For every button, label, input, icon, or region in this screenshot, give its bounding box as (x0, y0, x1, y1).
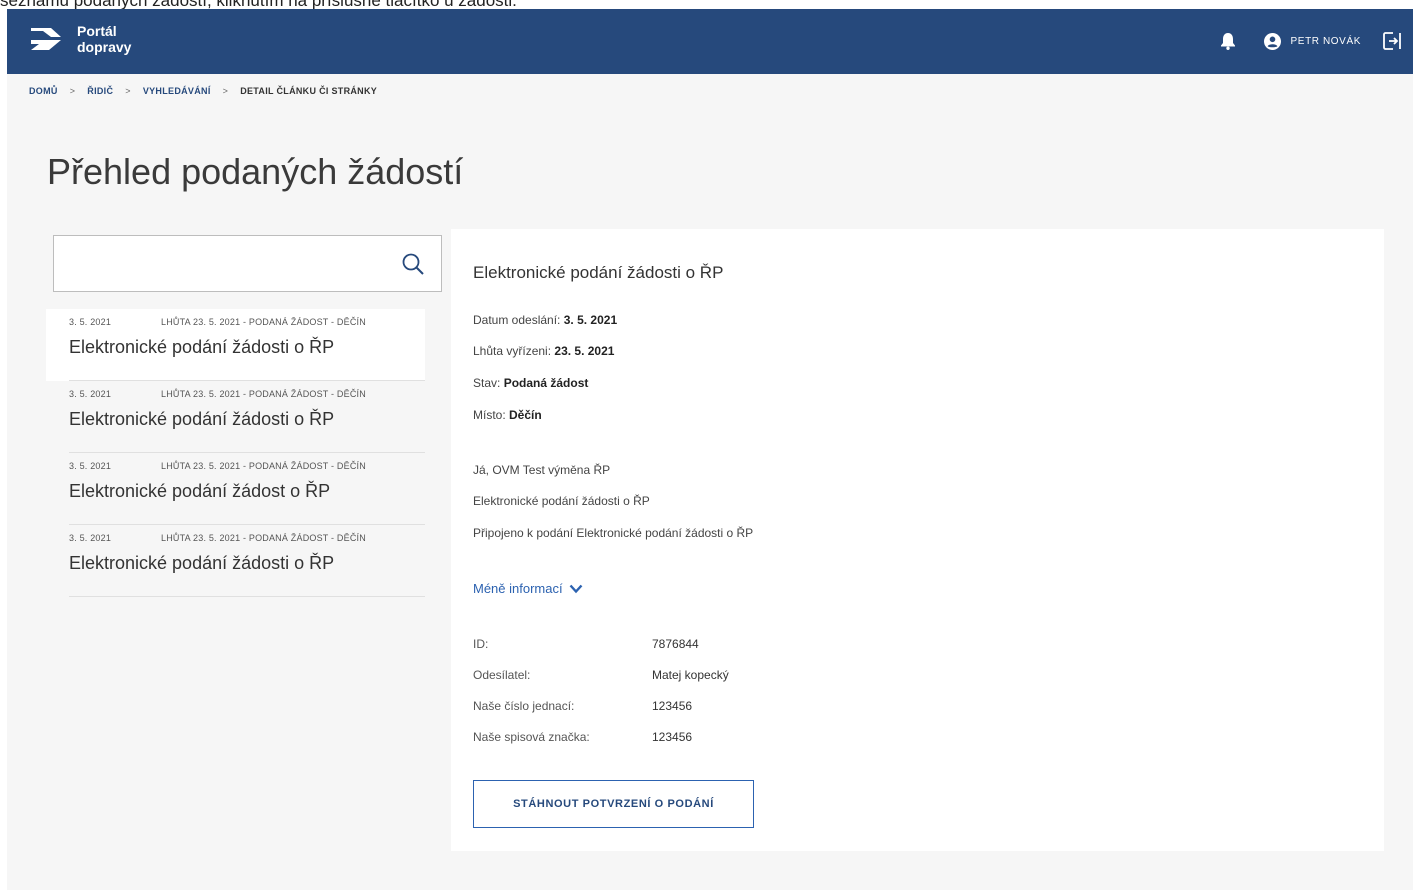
list-item-date: 3. 5. 2021 (69, 461, 112, 471)
meta-value: 7876844 (652, 637, 699, 651)
list-item-meta: 3. 5. 2021 LHŮTA 23. 5. 2021 - PODANÁ ŽÁD… (69, 389, 425, 399)
list-item[interactable]: 3. 5. 2021 LHŮTA 23. 5. 2021 - PODANÁ ŽÁD… (46, 453, 425, 525)
list-item-date: 3. 5. 2021 (69, 533, 112, 543)
list-item-status: LHŮTA 23. 5. 2021 - PODANÁ ŽÁDOST - DĚČÍ… (161, 317, 366, 327)
list-item-status: LHŮTA 23. 5. 2021 - PODANÁ ŽÁDOST - DĚČÍ… (161, 389, 366, 399)
meta-row-reference: Naše číslo jednací: 123456 (473, 699, 692, 713)
breadcrumb-separator: > (69, 86, 76, 96)
list-item-meta: 3. 5. 2021 LHŮTA 23. 5. 2021 - PODANÁ ŽÁD… (69, 461, 425, 471)
search-box (53, 235, 442, 292)
meta-row-id: ID: 7876844 (473, 637, 699, 651)
user-name[interactable]: PETR NOVÁK (1291, 36, 1361, 47)
list-item[interactable]: 3. 5. 2021 LHŮTA 23. 5. 2021 - PODANÁ ŽÁD… (46, 525, 425, 597)
less-info-label: Méně informací (473, 581, 563, 596)
place-label: Místo: (473, 408, 506, 422)
app-frame: Portál dopravy PETR NOVÁK DOMŮ > ŘIDIČ >… (7, 9, 1413, 890)
list-item-date: 3. 5. 2021 (69, 317, 112, 327)
sent-label: Datum odeslání: (473, 313, 561, 327)
detail-text-line: Já, OVM Test výměna ŘP (473, 463, 611, 477)
meta-value: 123456 (652, 730, 693, 744)
request-list: 3. 5. 2021 LHŮTA 23. 5. 2021 - PODANÁ ŽÁD… (46, 309, 425, 597)
less-info-toggle[interactable]: Méně informací (473, 581, 583, 596)
place-value: Děčín (509, 408, 542, 422)
search-input[interactable] (54, 236, 394, 291)
detail-title: Elektronické podání žádosti o ŘP (473, 263, 724, 282)
meta-label: Naše spisová značka: (473, 730, 590, 744)
list-item[interactable]: 3. 5. 2021 LHŮTA 23. 5. 2021 - PODANÁ ŽÁD… (46, 309, 425, 381)
detail-place: Místo: Děčín (473, 408, 542, 422)
meta-value: 123456 (652, 699, 693, 713)
portal-logo[interactable]: Portál dopravy (29, 23, 131, 55)
list-item-title: Elektronické podání žádost o ŘP (69, 481, 331, 501)
search-icon[interactable] (401, 252, 425, 276)
breadcrumb-home[interactable]: DOMŮ (29, 86, 58, 96)
detail-text-line: Elektronické podání žádosti o ŘP (473, 494, 650, 508)
breadcrumb-current: DETAIL ČLÁNKU ČI STRÁNKY (240, 86, 378, 96)
logo-line-2: dopravy (77, 39, 132, 55)
list-item-status: LHŮTA 23. 5. 2021 - PODANÁ ŽÁDOST - DĚČÍ… (161, 461, 366, 471)
page-caption: seznamu podaných žádostí, kliknutím na p… (0, 0, 1413, 9)
list-item-meta: 3. 5. 2021 LHŮTA 23. 5. 2021 - PODANÁ ŽÁD… (69, 533, 425, 543)
deadline-value: 23. 5. 2021 (554, 344, 615, 358)
breadcrumb-separator: > (125, 86, 131, 96)
deadline-label: Lhůta vyřízeni: (473, 344, 552, 358)
list-item[interactable]: 3. 5. 2021 LHŮTA 23. 5. 2021 - PODANÁ ŽÁD… (46, 381, 425, 453)
breadcrumb-driver[interactable]: ŘIDIČ (87, 86, 113, 96)
detail-sent-date: Datum odeslání: 3. 5. 2021 (473, 313, 617, 327)
meta-label: Odesílatel: (473, 668, 531, 682)
chevron-down-icon (569, 584, 582, 593)
list-item-title: Elektronické podání žádosti o ŘP (69, 553, 335, 573)
page-title: Přehled podaných žádostí (47, 151, 464, 192)
list-item-date: 3. 5. 2021 (69, 389, 112, 399)
detail-status: Stav: Podaná žádost (473, 376, 588, 390)
status-label: Stav: (473, 376, 501, 390)
meta-row-sender: Odesílatel: Matej kopecký (473, 668, 729, 682)
bell-icon[interactable] (1220, 32, 1236, 50)
breadcrumb-search[interactable]: VYHLEDÁVÁNÍ (143, 86, 211, 96)
meta-label: ID: (473, 637, 489, 651)
meta-label: Naše číslo jednací: (473, 699, 575, 713)
list-item-title: Elektronické podání žádosti o ŘP (69, 409, 335, 429)
top-header: Portál dopravy PETR NOVÁK (7, 9, 1413, 74)
meta-value: Matej kopecký (652, 668, 729, 682)
download-confirmation-button[interactable]: STÁHNOUT POTVRZENÍ O PODÁNÍ (473, 780, 754, 828)
list-item-title: Elektronické podání žádosti o ŘP (69, 337, 335, 357)
breadcrumb: DOMŮ > ŘIDIČ > VYHLEDÁVÁNÍ > DETAIL ČLÁN… (29, 86, 377, 96)
logo-line-1: Portál (77, 23, 117, 39)
detail-text-line: Připojeno k podání Elektronické podání ž… (473, 526, 754, 540)
breadcrumb-separator: > (222, 86, 229, 96)
detail-panel: Elektronické podání žádosti o ŘP Datum o… (451, 229, 1384, 851)
logout-icon[interactable] (1383, 31, 1403, 51)
header-actions: PETR NOVÁK (1220, 31, 1403, 51)
sent-value: 3. 5. 2021 (563, 313, 618, 327)
meta-row-file-mark: Naše spisová značka: 123456 (473, 730, 692, 744)
logo-text: Portál dopravy (77, 23, 131, 55)
detail-deadline: Lhůta vyřízeni: 23. 5. 2021 (473, 344, 614, 358)
logo-icon (31, 28, 61, 50)
list-item-meta: 3. 5. 2021 LHŮTA 23. 5. 2021 - PODANÁ ŽÁD… (69, 317, 425, 327)
user-avatar-icon[interactable] (1263, 32, 1281, 50)
list-item-status: LHŮTA 23. 5. 2021 - PODANÁ ŽÁDOST - DĚČÍ… (161, 533, 366, 543)
status-value: Podaná žádost (503, 376, 589, 390)
